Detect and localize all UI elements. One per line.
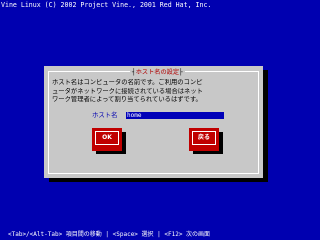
hostname-dialog: ┤ホスト名の設定├ ホスト名はコンピュータの名前です。ご利用のコンピ ュータがネ…	[44, 66, 263, 178]
dialog-description: ホスト名はコンピュータの名前です。ご利用のコンピ ュータがネットワークに接続され…	[52, 79, 259, 105]
back-button-label: 戻る	[192, 131, 216, 145]
back-button-shadow-side	[219, 132, 223, 154]
key-hint-bar: <Tab>/<Alt-Tab> 項目間の移動 | <Space> 選択 | <F…	[8, 231, 211, 238]
ok-button-shadow-side	[122, 132, 126, 154]
dialog-title-wrap: ┤ホスト名の設定├	[130, 68, 185, 77]
copyright-banner: Vine Linux (C) 2002 Project Vine., 2001 …	[1, 1, 212, 9]
hostname-input[interactable]	[126, 112, 224, 119]
ok-button-label: OK	[95, 131, 119, 145]
ok-button[interactable]: OK	[92, 128, 122, 151]
back-button[interactable]: 戻る	[189, 128, 219, 151]
description-line: ュータがネットワークに接続されている場合はネット	[52, 87, 203, 95]
description-line: ホスト名はコンピュータの名前です。ご利用のコンピ	[52, 79, 203, 86]
dialog-title: ホスト名の設定	[135, 69, 180, 76]
description-line: ワーク管理者によって割り当てられているはずです。	[52, 96, 202, 104]
hostname-label: ホスト名	[92, 111, 118, 119]
title-bracket-right: ├	[179, 69, 183, 76]
